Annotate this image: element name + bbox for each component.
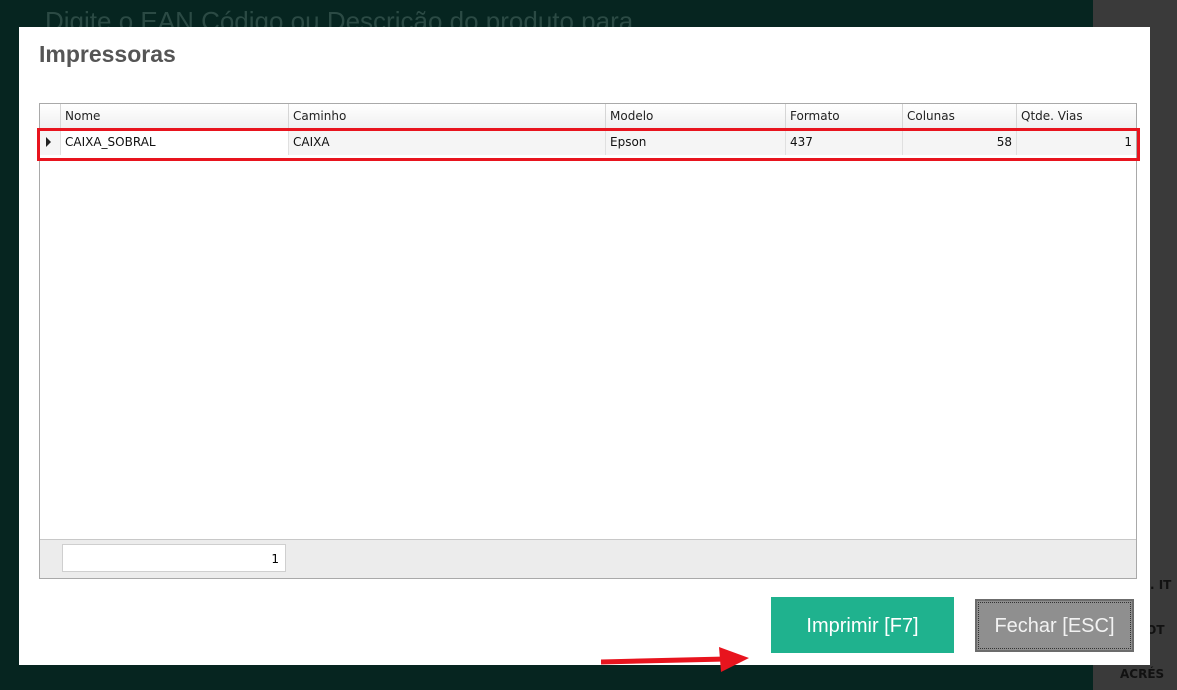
red-arrow-icon [601,647,749,672]
printers-grid[interactable]: Nome Caminho Modelo Formato Colunas Qtde… [39,103,1137,579]
table-row[interactable]: CAIXA_SOBRAL CAIXA Epson 437 58 1 [40,129,1136,155]
cell-qtde-vias[interactable]: 1 [1016,129,1136,155]
column-header-formato[interactable]: Formato [785,104,902,128]
cell-modelo[interactable]: Epson [605,129,785,155]
column-header-modelo[interactable]: Modelo [605,104,785,128]
cell-formato[interactable]: 437 [785,129,902,155]
column-header-nome[interactable]: Nome [60,104,288,128]
grid-header: Nome Caminho Modelo Formato Colunas Qtde… [40,104,1136,129]
row-count-field: 1 [62,544,286,572]
column-header-caminho[interactable]: Caminho [288,104,605,128]
dialog-title: Impressoras [39,41,176,67]
column-header-colunas[interactable]: Colunas [902,104,1016,128]
close-button[interactable]: Fechar [ESC] [975,599,1134,652]
row-selector-arrow-icon [46,137,51,147]
right-label-acrescimo: ACRÉS [1120,667,1165,681]
cell-nome[interactable]: CAIXA_SOBRAL [60,129,288,155]
print-button[interactable]: Imprimir [F7] [771,597,954,653]
cell-colunas[interactable]: 58 [902,129,1016,155]
printers-dialog: Impressoras Nome Caminho Modelo Formato … [19,27,1150,672]
header-indicator-cell [40,104,60,128]
cell-caminho[interactable]: CAIXA [288,129,605,155]
column-header-qtde-vias[interactable]: Qtde. Vias [1016,104,1136,128]
grid-footer: 1 [40,539,1136,578]
